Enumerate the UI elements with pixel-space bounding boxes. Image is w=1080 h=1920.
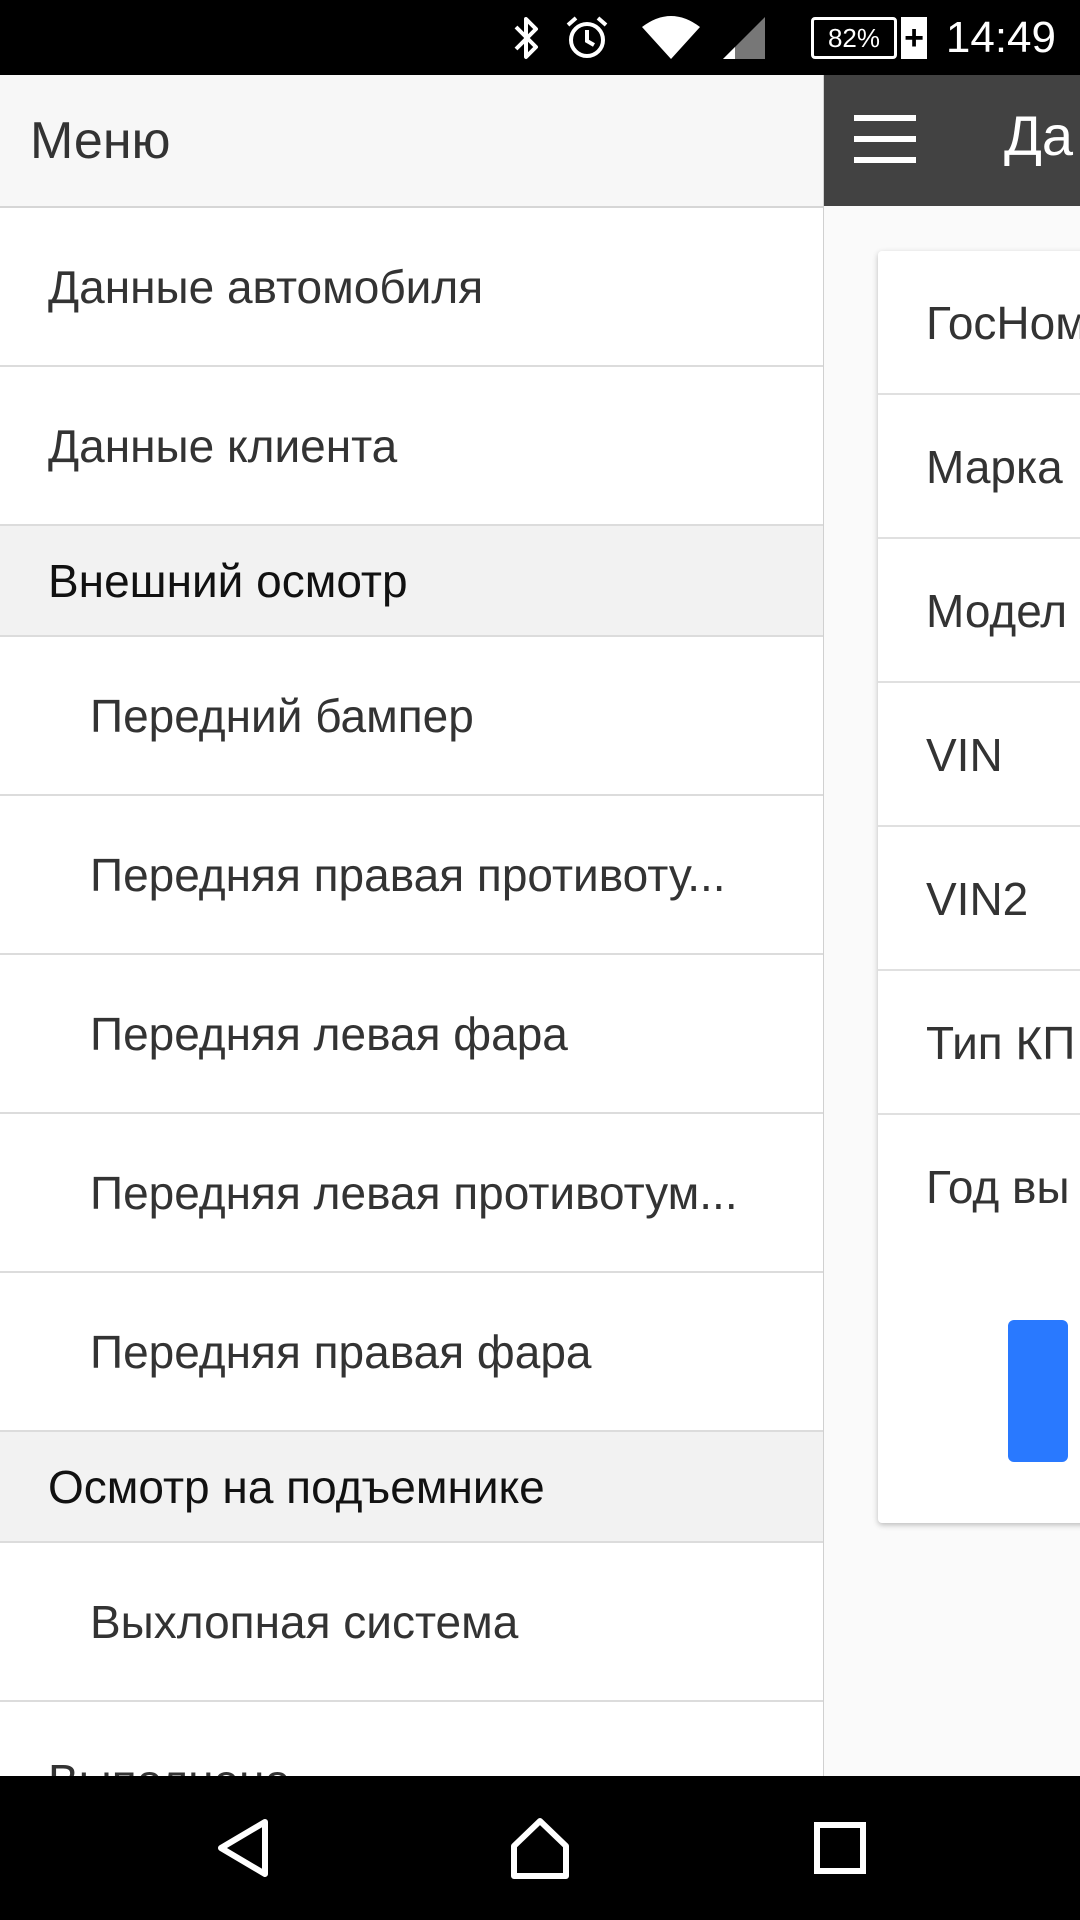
menu-icon[interactable] <box>854 115 916 163</box>
field-vin[interactable]: VIN <box>878 683 1080 827</box>
field-gearbox-type[interactable]: Тип КП <box>878 971 1080 1115</box>
menu-item-vehicle-data[interactable]: Данные автомобиля <box>0 208 823 367</box>
back-icon[interactable] <box>203 1812 283 1884</box>
alarm-icon <box>562 12 612 64</box>
charging-icon: + <box>901 17 927 59</box>
field-marka[interactable]: Марка <box>878 395 1080 539</box>
menu-item-front-right-foglight[interactable]: Передняя правая противоту... <box>0 796 823 955</box>
menu-item-front-left-headlight[interactable]: Передняя левая фара <box>0 955 823 1114</box>
menu-item-front-left-foglight[interactable]: Передняя левая противотум... <box>0 1114 823 1273</box>
field-label: Модел <box>926 585 1068 637</box>
menu-section-lift-inspection: Осмотр на подъемнике <box>0 1432 823 1543</box>
wifi-icon <box>640 12 702 64</box>
drawer-header: Меню <box>0 75 823 208</box>
card-action-button[interactable] <box>1008 1320 1068 1462</box>
clock: 14:49 <box>945 13 1056 62</box>
navigation-drawer: Меню Данные автомобиля Данные клиента Вн… <box>0 75 824 1776</box>
menu-item-completed[interactable]: Выполнено <box>0 1702 823 1777</box>
field-model[interactable]: Модел <box>878 539 1080 683</box>
cell-signal-icon <box>720 12 768 64</box>
field-vin2[interactable]: VIN2 <box>878 827 1080 971</box>
menu-item-front-bumper[interactable]: Передний бампер <box>0 637 823 796</box>
field-label: Тип КП <box>926 1017 1076 1069</box>
system-nav-bar <box>0 1776 1080 1920</box>
home-icon[interactable] <box>500 1812 580 1884</box>
vehicle-data-screen: Да ГосНом Марка Модел VIN VIN2 Тип КП Го… <box>824 75 1080 1776</box>
status-bar: 82% + 14:49 <box>0 0 1080 75</box>
field-label: ГосНом <box>926 297 1080 349</box>
menu-item-front-right-headlight[interactable]: Передняя правая фара <box>0 1273 823 1432</box>
app-toolbar: Да <box>824 75 1080 206</box>
field-label: VIN2 <box>926 873 1029 925</box>
field-gos-nomer[interactable]: ГосНом <box>878 251 1080 395</box>
menu-section-exterior-inspection: Внешний осмотр <box>0 526 823 637</box>
drawer-title: Меню <box>30 111 171 170</box>
menu-item-client-data[interactable]: Данные клиента <box>0 367 823 526</box>
app-title: Да <box>1004 104 1074 167</box>
field-label: VIN <box>926 729 1003 781</box>
field-label: Год вы <box>926 1161 1070 1213</box>
field-year[interactable]: Год вы <box>878 1115 1080 1259</box>
battery-icon: 82% + <box>810 12 928 64</box>
battery-level: 82% <box>811 17 897 59</box>
menu-item-exhaust-system[interactable]: Выхлопная система <box>0 1543 823 1702</box>
bluetooth-icon <box>505 12 549 64</box>
recent-apps-icon[interactable] <box>800 1812 880 1884</box>
field-label: Марка <box>926 441 1063 493</box>
